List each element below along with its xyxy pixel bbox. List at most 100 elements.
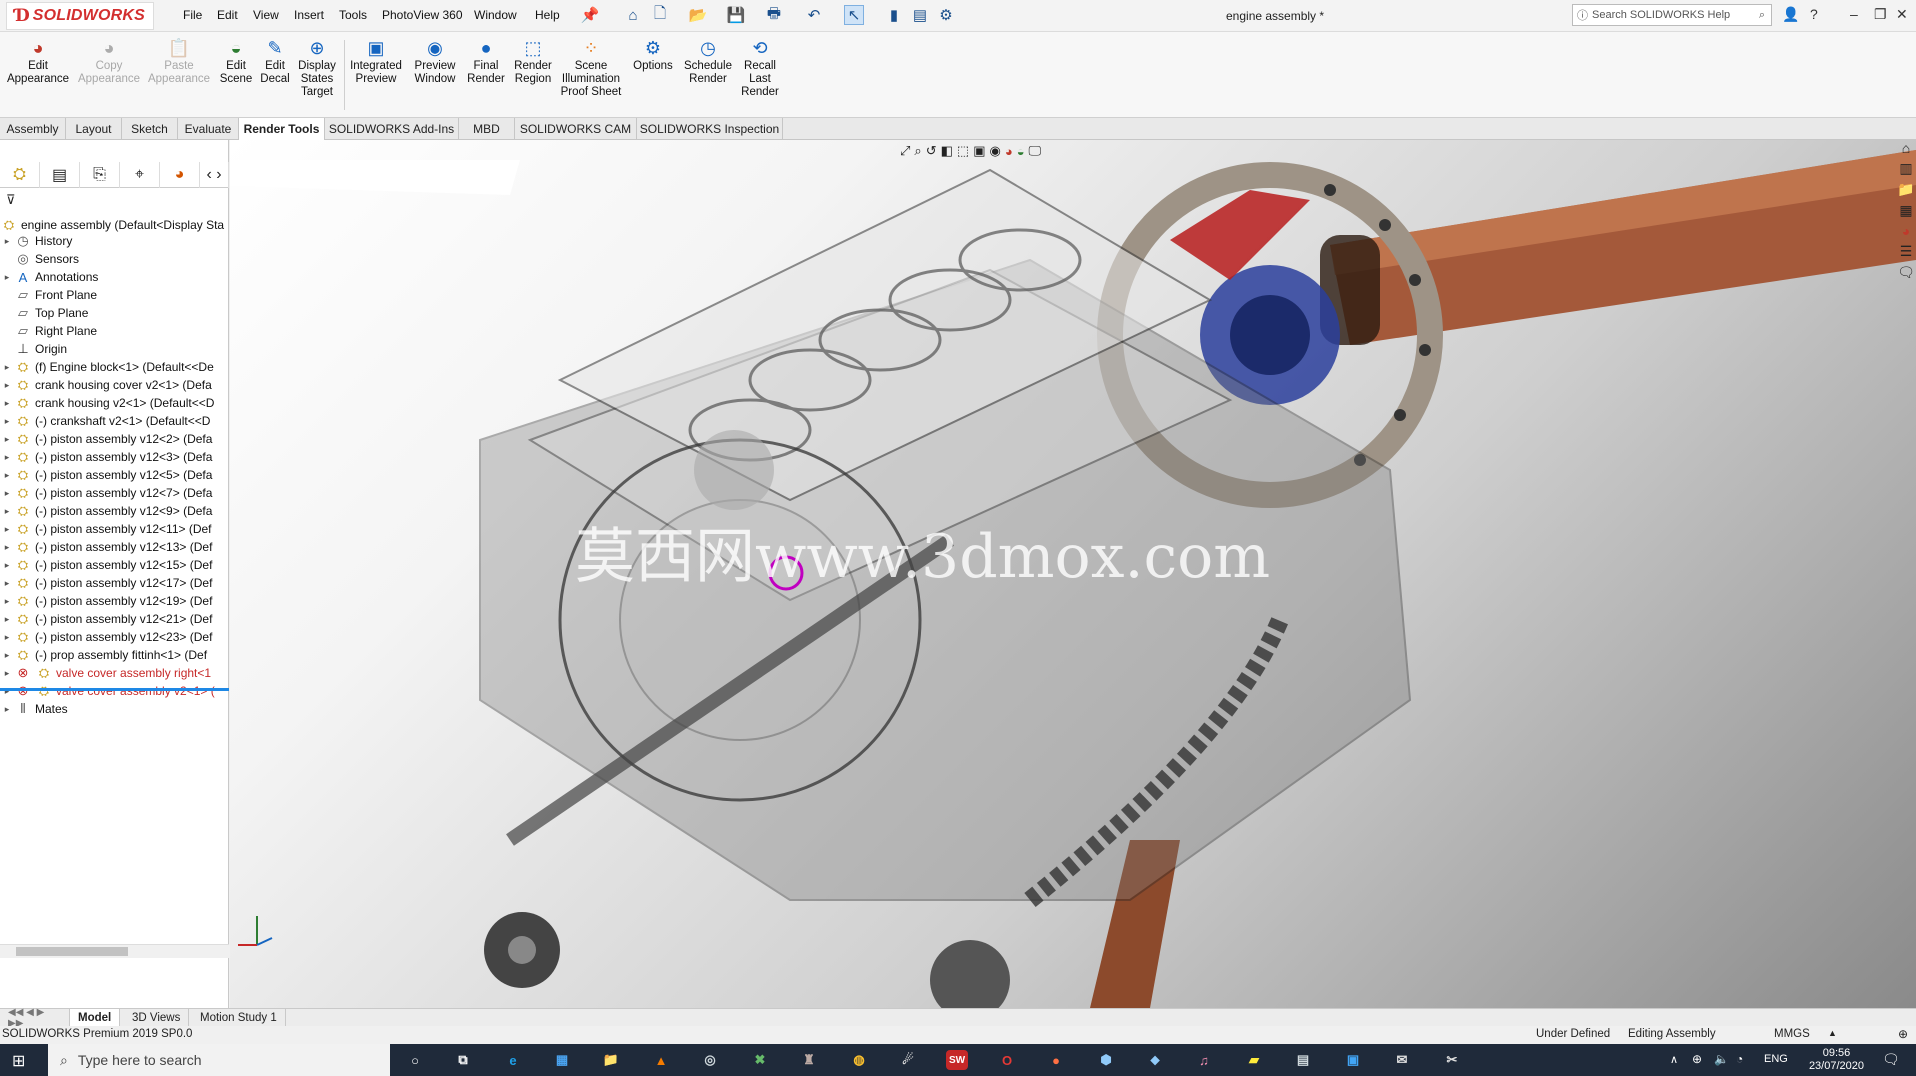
windows-start-icon[interactable]: ⊞ — [12, 1051, 25, 1071]
status-help-icon[interactable]: ⊕ — [1898, 1027, 1908, 1041]
edit-appearance-hud-icon[interactable]: ◕ — [1005, 144, 1013, 159]
appearances-scenes-icon[interactable]: ◕ — [1902, 223, 1910, 239]
tab-sketch[interactable]: Sketch — [122, 118, 178, 140]
expand-arrow-icon[interactable]: ▸ — [0, 470, 14, 481]
preview-window-button[interactable]: ◉ Preview Window — [410, 36, 460, 86]
edit-appearance-button[interactable]: ◕ Edit Appearance — [6, 36, 70, 86]
solidworks-logo[interactable]: Ɗ SOLIDWORKS — [6, 2, 154, 30]
expand-arrow-icon[interactable]: ▸ — [0, 560, 14, 571]
expand-arrow-icon[interactable]: ▸ — [0, 380, 14, 391]
tree-item[interactable]: ▸ ◷ History — [0, 232, 229, 250]
apply-scene-icon[interactable]: ◒ — [1017, 144, 1025, 159]
scene-illumination-proof-sheet-button[interactable]: ⁘ Scene Illumination Proof Sheet — [558, 36, 624, 99]
network-icon[interactable]: ⊕ — [1692, 1052, 1702, 1066]
render-region-button[interactable]: ⬚ Render Region — [510, 36, 556, 86]
menu-help[interactable]: Help — [535, 8, 560, 22]
tab-model[interactable]: Model — [70, 1009, 121, 1027]
view-orientation-icon[interactable]: ⬚ — [957, 143, 969, 159]
menu-file[interactable]: File — [183, 8, 202, 22]
tab-3d-views[interactable]: 3D Views — [124, 1009, 190, 1027]
new-document-icon[interactable]: 🗋 — [650, 5, 670, 25]
paste-appearance-button[interactable]: 📋 Paste Appearance — [146, 36, 212, 86]
tree-item[interactable]: ▸ ⛭ (-) piston assembly v12<11> (Def — [0, 520, 229, 538]
solidworks-taskbar-icon[interactable]: SW — [946, 1050, 968, 1070]
tree-item[interactable]: ▸ ⛭ (-) piston assembly v12<5> (Defa — [0, 466, 229, 484]
horizontal-scrollbar[interactable] — [0, 944, 229, 958]
expand-arrow-icon[interactable]: ▸ — [0, 416, 14, 427]
tree-item[interactable]: ▸ ⛭ (-) piston assembly v12<13> (Def — [0, 538, 229, 556]
tree-item[interactable]: ▱ Top Plane — [0, 304, 229, 322]
tree-item[interactable]: ▸ A Annotations — [0, 268, 229, 286]
wifi-icon[interactable]: ◔ — [1736, 1052, 1743, 1066]
feature-manager-tab-icon[interactable]: ⛭ — [0, 162, 40, 188]
user-icon[interactable]: 👤 — [1782, 6, 1799, 23]
select-pointer-icon[interactable]: ↖ — [844, 5, 864, 25]
expand-arrow-icon[interactable]: ▸ — [0, 272, 14, 283]
property-manager-tab-icon[interactable]: ▤ — [40, 162, 80, 188]
menu-tools[interactable]: Tools — [339, 8, 367, 22]
design-library-icon[interactable]: ▥ — [1899, 160, 1912, 177]
menu-window[interactable]: Window — [474, 8, 517, 22]
tree-item[interactable]: ▸ ⛭ (-) piston assembly v12<2> (Defa — [0, 430, 229, 448]
dimxpert-tab-icon[interactable]: ⌖ — [120, 162, 160, 188]
configuration-manager-tab-icon[interactable]: ⎘ — [80, 162, 120, 188]
undo-icon[interactable]: ↶ — [804, 5, 824, 25]
tree-item[interactable]: ⊥ Origin — [0, 340, 229, 358]
cortana-icon[interactable]: ○ — [404, 1050, 426, 1070]
edit-scene-button[interactable]: ◒ Edit Scene — [217, 36, 255, 86]
tree-item[interactable]: ▸ ⊗ ⛭ valve cover assembly right<1 — [0, 664, 229, 682]
tree-item[interactable]: ▸ ⫴ Mates — [0, 700, 229, 718]
file-explorer-taskbar-icon[interactable]: 📁 — [600, 1050, 622, 1070]
task-view-icon[interactable]: ⧉ — [452, 1050, 474, 1070]
view-settings-icon[interactable]: 🖵 — [1029, 143, 1042, 159]
tab-evaluate[interactable]: Evaluate — [178, 118, 239, 140]
tree-item[interactable]: ▸ ⛭ (-) prop assembly fittinh<1> (Def — [0, 646, 229, 664]
expand-arrow-icon[interactable]: ▸ — [0, 434, 14, 445]
menu-view[interactable]: View — [253, 8, 279, 22]
mail-icon[interactable]: ✉ — [1391, 1050, 1413, 1070]
expand-arrow-icon[interactable]: ▸ — [0, 632, 14, 643]
tree-item[interactable]: ▸ ⛭ (-) piston assembly v12<9> (Defa — [0, 502, 229, 520]
tree-item[interactable]: ▱ Front Plane — [0, 286, 229, 304]
pin-icon[interactable]: 📌 — [580, 5, 600, 25]
xbox-icon[interactable]: ✖ — [749, 1050, 771, 1070]
expand-arrow-icon[interactable]: ▸ — [0, 578, 14, 589]
tab-render-tools[interactable]: Render Tools — [239, 118, 325, 140]
restore-icon[interactable]: ❐ — [1874, 6, 1887, 23]
photos-icon[interactable]: ▣ — [1342, 1050, 1364, 1070]
menu-insert[interactable]: Insert — [294, 8, 324, 22]
tree-item[interactable]: ▸ ⛭ crank housing v2<1> (Default<<D — [0, 394, 229, 412]
tree-item[interactable]: ▸ ⛭ (-) piston assembly v12<3> (Defa — [0, 448, 229, 466]
open-folder-icon[interactable]: 📂 — [688, 5, 708, 25]
expand-arrow-icon[interactable]: ▸ — [0, 596, 14, 607]
tray-overflow-icon[interactable]: ∧ — [1670, 1053, 1678, 1066]
tree-item[interactable]: ▸⊗⛭valve cover assembly v2<1> ( — [0, 682, 229, 700]
tree-item[interactable]: ▸ ⛭ (-) piston assembly v12<23> (Def — [0, 628, 229, 646]
close-icon[interactable]: ✕ — [1896, 6, 1908, 23]
tab-motion-study[interactable]: Motion Study 1 — [192, 1009, 286, 1027]
display-style-icon[interactable]: ▣ — [973, 143, 985, 159]
expand-arrow-icon[interactable]: ▸ — [0, 704, 14, 715]
notifications-icon[interactable]: 🗨 — [1882, 1051, 1900, 1068]
search-icon[interactable]: ⌕ — [1759, 9, 1765, 22]
status-units[interactable]: MMGS — [1774, 1028, 1810, 1040]
tab-solidworks-inspection[interactable]: SOLIDWORKS Inspection — [637, 118, 783, 140]
calculator-icon[interactable]: ▤ — [1292, 1050, 1314, 1070]
zoom-to-fit-icon[interactable]: ⤢ — [900, 143, 910, 159]
recall-last-render-button[interactable]: ⟲ Recall Last Render — [738, 36, 782, 99]
custom-properties-icon[interactable]: ☰ — [1900, 243, 1913, 260]
tree-item[interactable]: ▸ ⛭ (-) piston assembly v12<17> (Def — [0, 574, 229, 592]
tab-layout[interactable]: Layout — [66, 118, 122, 140]
steam-icon[interactable]: ◎ — [699, 1050, 721, 1070]
network-app-icon[interactable]: ⬢ — [1095, 1050, 1117, 1070]
print-icon[interactable]: 🖶 — [764, 5, 784, 25]
expand-arrow-icon[interactable]: ▸ — [0, 488, 14, 499]
firefox-icon[interactable]: ● — [1045, 1050, 1067, 1070]
traffic-light-icon[interactable]: ▮ — [884, 5, 904, 25]
expand-arrow-icon[interactable]: ▸ — [0, 236, 14, 247]
schedule-render-button[interactable]: ◷ Schedule Render — [682, 36, 734, 86]
home-icon[interactable]: ⌂ — [623, 5, 643, 25]
itunes-icon[interactable]: ♫ — [1193, 1050, 1215, 1070]
gear-icon[interactable]: ⚙ — [936, 5, 956, 25]
edge-icon[interactable]: e — [502, 1050, 524, 1070]
